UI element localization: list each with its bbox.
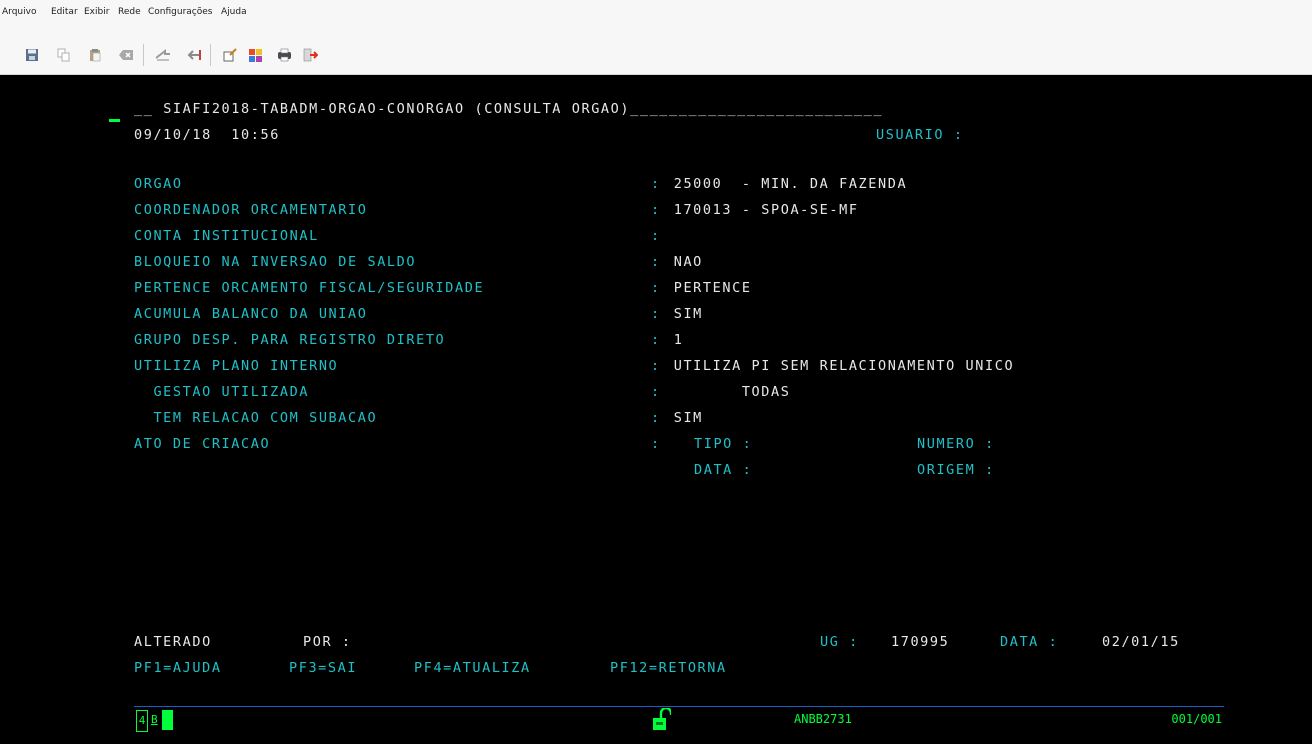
field-label-plano: UTILIZA PLANO INTERNO bbox=[134, 358, 339, 374]
pf-key-sai[interactable]: PF3=SAI bbox=[289, 655, 357, 681]
receive-icon[interactable] bbox=[186, 47, 202, 63]
ato-tipo-label: TIPO : bbox=[694, 436, 753, 452]
field-value-gestao: TODAS bbox=[664, 384, 791, 400]
menu-bar: Arquivo Editar Exibir Rede Configurações… bbox=[0, 0, 1312, 30]
save-icon[interactable] bbox=[24, 47, 40, 63]
toolbar-separator bbox=[210, 44, 211, 66]
field-label-acumula: ACUMULA BALANCO DA UNIAO bbox=[134, 306, 368, 322]
ato-numero-label: NUMERO : bbox=[917, 436, 995, 452]
field-label-bloqueio: BLOQUEIO NA INVERSAO DE SALDO bbox=[134, 254, 417, 270]
print-icon[interactable] bbox=[276, 47, 292, 63]
status-divider bbox=[134, 706, 1224, 707]
field-label-orgao: ORGAO bbox=[134, 176, 183, 192]
ato-data-label: DATA : bbox=[694, 462, 753, 478]
field-value-pertence: PERTENCE bbox=[664, 280, 752, 296]
field-colon: : bbox=[651, 254, 661, 270]
field-colon: : bbox=[651, 358, 661, 374]
exit-icon[interactable] bbox=[302, 47, 318, 63]
field-colon: : bbox=[651, 228, 661, 244]
clear-icon[interactable] bbox=[118, 47, 134, 63]
menu-ajuda[interactable]: Ajuda bbox=[221, 7, 247, 17]
alterado-data-label: DATA : bbox=[1000, 634, 1059, 650]
menu-configuracoes[interactable]: Configurações bbox=[148, 7, 212, 17]
toolbar bbox=[0, 30, 1312, 75]
field-value-orgao: 25000 - MIN. DA FAZENDA bbox=[664, 176, 908, 192]
page-title: SIAFI2018-TABADM-ORGAO-CONORGAO (CONSULT… bbox=[163, 101, 631, 117]
unlock-icon bbox=[653, 706, 673, 737]
send-icon[interactable] bbox=[155, 47, 171, 63]
field-value-subacao: SIM bbox=[664, 410, 703, 426]
por-label: POR : bbox=[303, 634, 352, 650]
usuario-label: USUARIO : bbox=[876, 127, 964, 143]
field-colon: : bbox=[651, 176, 661, 192]
status-bar: 4 B ANBB2731 001/001 bbox=[134, 706, 1224, 737]
operator-indicator: 4 bbox=[136, 710, 148, 732]
field-label-ato: ATO DE CRIACAO bbox=[134, 436, 271, 452]
field-colon: : bbox=[651, 384, 661, 400]
field-colon: : bbox=[651, 306, 661, 322]
field-label-coordenador: COORDENADOR ORCAMENTARIO bbox=[134, 202, 368, 218]
field-value-acumula: SIM bbox=[664, 306, 703, 322]
field-colon: : bbox=[651, 436, 661, 452]
colors-icon[interactable] bbox=[247, 47, 263, 63]
menu-arquivo[interactable]: Arquivo bbox=[2, 7, 36, 17]
toolbar-separator bbox=[143, 44, 144, 66]
screen-time: 10:56 bbox=[231, 127, 280, 143]
pf-key-ajuda[interactable]: PF1=AJUDA bbox=[134, 655, 222, 681]
screen-title-line: __ SIAFI2018-TABADM-ORGAO-CONORGAO (CONS… bbox=[134, 96, 883, 122]
field-value-plano: UTILIZA PI SEM RELACIONAMENTO UNICO bbox=[664, 358, 1015, 374]
field-label-gestao: GESTAO UTILIZADA bbox=[134, 384, 310, 400]
paste-icon[interactable] bbox=[87, 47, 103, 63]
title-fill: __________________________ bbox=[630, 101, 884, 117]
macro-icon[interactable] bbox=[222, 47, 238, 63]
field-label-pertence: PERTENCE ORCAMENTO FISCAL/SEGURIDADE bbox=[134, 280, 485, 296]
session-indicator: B bbox=[151, 713, 158, 726]
field-colon: : bbox=[651, 410, 661, 426]
pf-key-retorna[interactable]: PF12=RETORNA bbox=[610, 655, 727, 681]
alterado-label: ALTERADO bbox=[134, 634, 212, 650]
lu-name: ANBB2731 bbox=[794, 712, 852, 726]
field-colon: : bbox=[651, 280, 661, 296]
field-label-conta: CONTA INSTITUCIONAL bbox=[134, 228, 319, 244]
terminal-cursor bbox=[109, 119, 120, 122]
cursor-position: 001/001 bbox=[1171, 712, 1222, 726]
field-value-bloqueio: NAO bbox=[664, 254, 703, 270]
field-colon: : bbox=[651, 332, 661, 348]
field-value-coordenador: 170013 - SPOA-SE-MF bbox=[664, 202, 859, 218]
ug-value: 170995 bbox=[891, 634, 950, 650]
field-colon: : bbox=[651, 202, 661, 218]
copy-icon[interactable] bbox=[56, 47, 72, 63]
menu-editar[interactable]: Editar bbox=[51, 7, 78, 17]
screen-date: 09/10/18 bbox=[134, 127, 212, 143]
field-label-subacao: TEM RELACAO COM SUBACAO bbox=[134, 410, 378, 426]
field-value-grupo: 1 bbox=[664, 332, 684, 348]
ug-label: UG : bbox=[820, 634, 859, 650]
pf-key-atualiza[interactable]: PF4=ATUALIZA bbox=[414, 655, 531, 681]
keyboard-status-block bbox=[162, 710, 173, 730]
ato-origem-label: ORIGEM : bbox=[917, 462, 995, 478]
date-time: 09/10/18 10:56 bbox=[134, 122, 280, 148]
alterado-data-value: 02/01/15 bbox=[1102, 634, 1180, 650]
menu-exibir[interactable]: Exibir bbox=[84, 7, 109, 17]
menu-rede[interactable]: Rede bbox=[118, 7, 141, 17]
title-prefix: __ bbox=[134, 101, 164, 117]
field-label-grupo: GRUPO DESP. PARA REGISTRO DIRETO bbox=[134, 332, 446, 348]
